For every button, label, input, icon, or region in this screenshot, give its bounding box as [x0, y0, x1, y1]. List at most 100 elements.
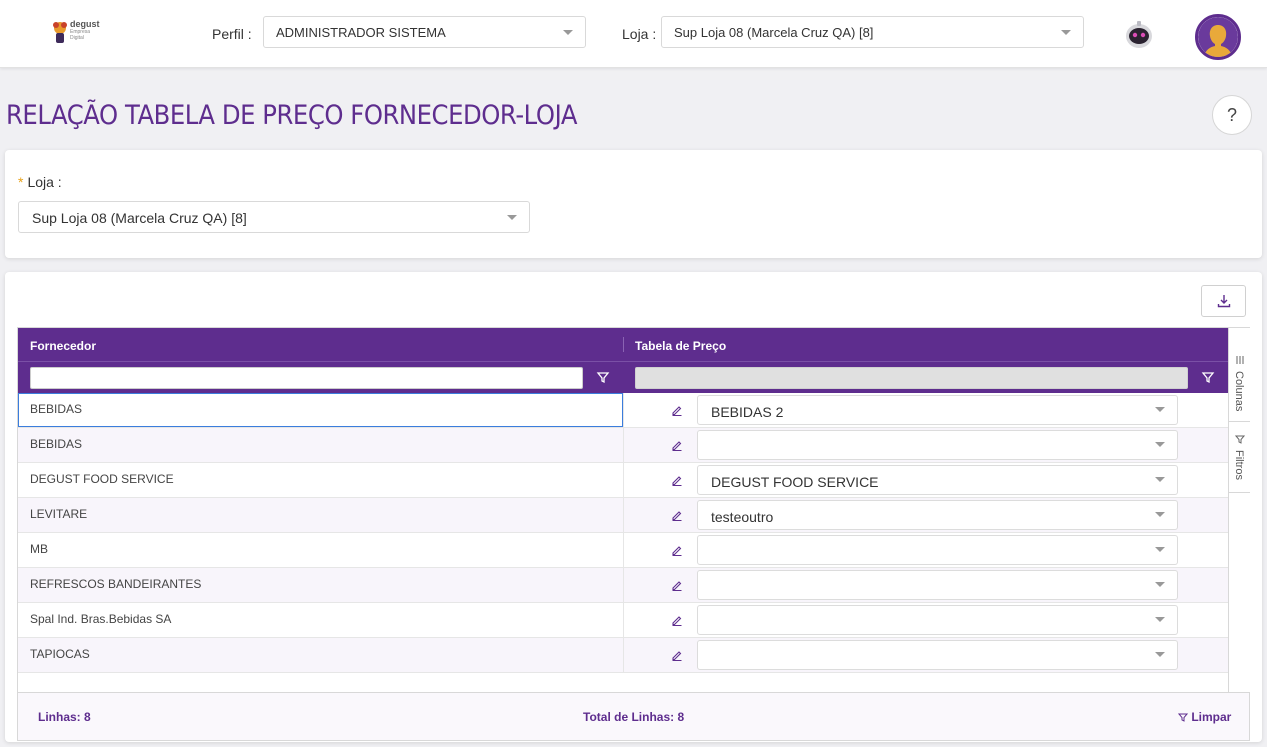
cell-divider — [623, 638, 624, 672]
perfil-label: Perfil : — [212, 26, 252, 42]
tabela-preco-select[interactable]: testeoutro — [697, 500, 1178, 530]
chevron-down-icon — [1155, 407, 1165, 412]
table-row[interactable]: DEGUST FOOD SERVICE DEGUST FOOD SERVICE — [18, 463, 1228, 498]
filter-icon — [1177, 713, 1189, 722]
fornecedor-name: MB — [30, 542, 48, 556]
clear-filters-label: Limpar — [1191, 710, 1232, 724]
edit-pencil-icon[interactable] — [671, 474, 683, 486]
edit-pencil-icon[interactable] — [671, 614, 683, 626]
tabela-filter-input — [635, 367, 1188, 389]
chevron-down-icon — [1155, 512, 1165, 517]
table-row[interactable]: BEBIDAS BEBIDAS 2 — [18, 393, 1228, 428]
loja-header-select-value: Sup Loja 08 (Marcela Cruz QA) [8] — [674, 25, 874, 40]
cell-divider — [623, 463, 624, 497]
table-row[interactable]: Spal Ind. Bras.Bebidas SA — [18, 603, 1228, 638]
chevron-down-icon — [1155, 652, 1165, 657]
tabela-preco-value: DEGUST FOOD SERVICE — [711, 474, 879, 490]
fornecedor-name: BEBIDAS — [30, 402, 83, 416]
tabela-preco-value: testeoutro — [711, 509, 774, 525]
table-row[interactable]: TAPIOCAS — [18, 638, 1228, 673]
user-icon — [1198, 17, 1238, 57]
cell-divider — [623, 533, 624, 567]
fornecedor-cell[interactable] — [18, 393, 623, 427]
side-tab-colunas[interactable]: Colunas — [1229, 349, 1250, 422]
grid-footer: Linhas: 8 Total de Linhas: 8 Limpar — [18, 692, 1249, 740]
edit-pencil-icon[interactable] — [671, 439, 683, 451]
logo-subtext: Empresa Digital — [70, 29, 91, 41]
column-header-fornecedor[interactable]: Fornecedor — [30, 339, 96, 353]
logo-mascot-icon — [53, 22, 67, 43]
edit-pencil-icon[interactable] — [671, 579, 683, 591]
loja-header-label: Loja : — [622, 26, 657, 42]
table-row[interactable]: MB — [18, 533, 1228, 568]
grid-side-panel: Colunas Filtros — [1228, 328, 1250, 692]
tabela-preco-select[interactable] — [697, 535, 1178, 565]
page-title: RELAÇÃO TABELA DE PREÇO FORNECEDOR-LOJA — [6, 100, 578, 131]
chevron-down-icon — [1155, 442, 1165, 447]
export-button[interactable] — [1201, 285, 1246, 317]
fornecedor-filter-input[interactable] — [30, 367, 583, 389]
tabela-preco-select[interactable]: BEBIDAS 2 — [697, 395, 1178, 425]
tabela-preco-select[interactable]: DEGUST FOOD SERVICE — [697, 465, 1178, 495]
top-bar: degust Empresa Digital Perfil : ADMINIST… — [0, 0, 1267, 68]
fornecedor-name: LEVITARE — [30, 507, 88, 521]
side-tab-filtros-label: Filtros — [1233, 450, 1245, 480]
help-button[interactable]: ? — [1212, 95, 1252, 135]
user-avatar[interactable] — [1195, 14, 1241, 60]
loja-header-select[interactable]: Sup Loja 08 (Marcela Cruz QA) [8] — [661, 16, 1084, 48]
fornecedor-name: REFRESCOS BANDEIRANTES — [30, 577, 202, 591]
side-tab-colunas-label: Colunas — [1233, 371, 1245, 412]
clear-filters-button[interactable]: Limpar — [1177, 710, 1232, 724]
tabela-preco-select[interactable] — [697, 430, 1178, 460]
fornecedor-name: TAPIOCAS — [30, 647, 90, 661]
loja-select-value: Sup Loja 08 (Marcela Cruz QA) [8] — [32, 210, 247, 226]
tabela-preco-select[interactable] — [697, 640, 1178, 670]
cell-divider — [623, 393, 624, 427]
tabela-preco-select[interactable] — [697, 570, 1178, 600]
table-row[interactable]: REFRESCOS BANDEIRANTES — [18, 568, 1228, 603]
tabela-preco-value: BEBIDAS 2 — [711, 404, 784, 420]
download-icon — [1217, 295, 1231, 308]
fornecedor-name: Spal Ind. Bras.Bebidas SA — [30, 612, 172, 626]
edit-pencil-icon[interactable] — [671, 544, 683, 556]
column-header-tabela-preco[interactable]: Tabela de Preço — [635, 339, 726, 353]
logo-text: degust — [70, 19, 100, 29]
chevron-down-icon — [1155, 477, 1165, 482]
chevron-down-icon — [1155, 582, 1165, 587]
filter-icon — [1235, 435, 1245, 444]
data-grid: Fornecedor Tabela de Preço BEBIDAS BEBID… — [17, 327, 1250, 741]
chevron-down-icon — [1155, 547, 1165, 552]
degust-logo[interactable]: degust Empresa Digital — [50, 17, 102, 49]
grid-card: Fornecedor Tabela de Preço BEBIDAS BEBID… — [5, 272, 1262, 742]
table-row[interactable]: BEBIDAS — [18, 428, 1228, 463]
edit-pencil-icon[interactable] — [671, 404, 683, 416]
chevron-down-icon — [563, 30, 573, 35]
loja-select[interactable]: Sup Loja 08 (Marcela Cruz QA) [8] — [18, 201, 530, 233]
side-tab-filtros[interactable]: Filtros — [1229, 422, 1250, 493]
fornecedor-name: DEGUST FOOD SERVICE — [30, 472, 174, 486]
filter-icon[interactable] — [1201, 370, 1215, 384]
table-row[interactable]: LEVITARE testeoutro — [18, 498, 1228, 533]
loja-field-label-text: Loja : — [27, 174, 62, 190]
column-divider — [623, 337, 624, 352]
cell-divider — [623, 498, 624, 532]
filter-icon[interactable] — [596, 370, 610, 384]
edit-pencil-icon[interactable] — [671, 509, 683, 521]
cell-divider — [623, 603, 624, 637]
robot-assistant-icon[interactable] — [1122, 18, 1156, 52]
filter-card: * Loja : Sup Loja 08 (Marcela Cruz QA) [8… — [5, 150, 1262, 258]
cell-divider — [623, 428, 624, 462]
grid-header: Fornecedor Tabela de Preço — [18, 328, 1228, 361]
tabela-preco-select[interactable] — [697, 605, 1178, 635]
fornecedor-name: BEBIDAS — [30, 437, 83, 451]
row-count: Linhas: 8 — [38, 710, 91, 724]
edit-pencil-icon[interactable] — [671, 649, 683, 661]
grid-rows: BEBIDAS BEBIDAS 2 BEBIDAS DEGUST FOOD SE… — [18, 393, 1228, 673]
chevron-down-icon — [1061, 30, 1071, 35]
chevron-down-icon — [507, 215, 517, 220]
required-mark: * — [18, 174, 24, 190]
perfil-select-value: ADMINISTRADOR SISTEMA — [276, 25, 446, 40]
perfil-select[interactable]: ADMINISTRADOR SISTEMA — [263, 16, 586, 48]
cell-divider — [623, 568, 624, 602]
total-row-count: Total de Linhas: 8 — [583, 710, 685, 724]
